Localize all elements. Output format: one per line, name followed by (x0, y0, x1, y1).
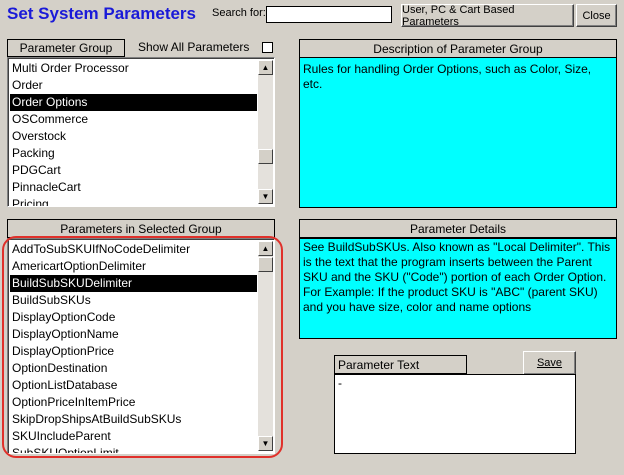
group-list-item[interactable]: Pricing (10, 196, 257, 206)
group-list-item[interactable]: PDGCart (10, 162, 257, 179)
group-list-item[interactable]: PinnacleCart (10, 179, 257, 196)
parameter-group-list[interactable]: Multi Order Processor Order Order Options O… (7, 57, 275, 207)
user-pc-cart-button[interactable]: User, PC & Cart Based Parameters (401, 4, 574, 28)
details-header: Parameter Details (299, 219, 617, 238)
highlight-ring (2, 236, 283, 458)
page-title: Set System Parameters (7, 4, 197, 23)
search-input[interactable] (266, 6, 392, 23)
group-list-item[interactable]: Overstock (10, 128, 257, 145)
group-list-item[interactable]: OSCommerce (10, 111, 257, 128)
scroll-thumb[interactable] (258, 149, 273, 164)
scroll-down-icon[interactable]: ▼ (258, 189, 273, 204)
scroll-up-icon[interactable]: ▲ (258, 60, 273, 75)
parameter-group-header: Parameter Group (7, 39, 125, 57)
description-text: Rules for handling Order Options, such a… (299, 57, 617, 208)
group-list-item[interactable]: Multi Order Processor (10, 60, 257, 77)
group-list-item[interactable]: Order (10, 77, 257, 94)
show-all-label: Show All Parameters (138, 40, 250, 54)
parameter-text-input[interactable]: - (334, 374, 576, 454)
search-label: Search for: (212, 7, 266, 19)
description-header: Description of Parameter Group (299, 39, 617, 58)
parameter-text-label: Parameter Text (334, 355, 467, 374)
group-scrollbar[interactable]: ▲ ▼ (258, 60, 273, 204)
group-list-item[interactable]: Packing (10, 145, 257, 162)
details-text: See BuildSubSKUs. Also known as "Local D… (299, 238, 617, 339)
save-button[interactable]: Save (523, 351, 576, 375)
close-button[interactable]: Close (576, 4, 617, 27)
show-all-checkbox[interactable] (262, 42, 273, 53)
group-list-item[interactable]: Order Options (10, 94, 257, 111)
